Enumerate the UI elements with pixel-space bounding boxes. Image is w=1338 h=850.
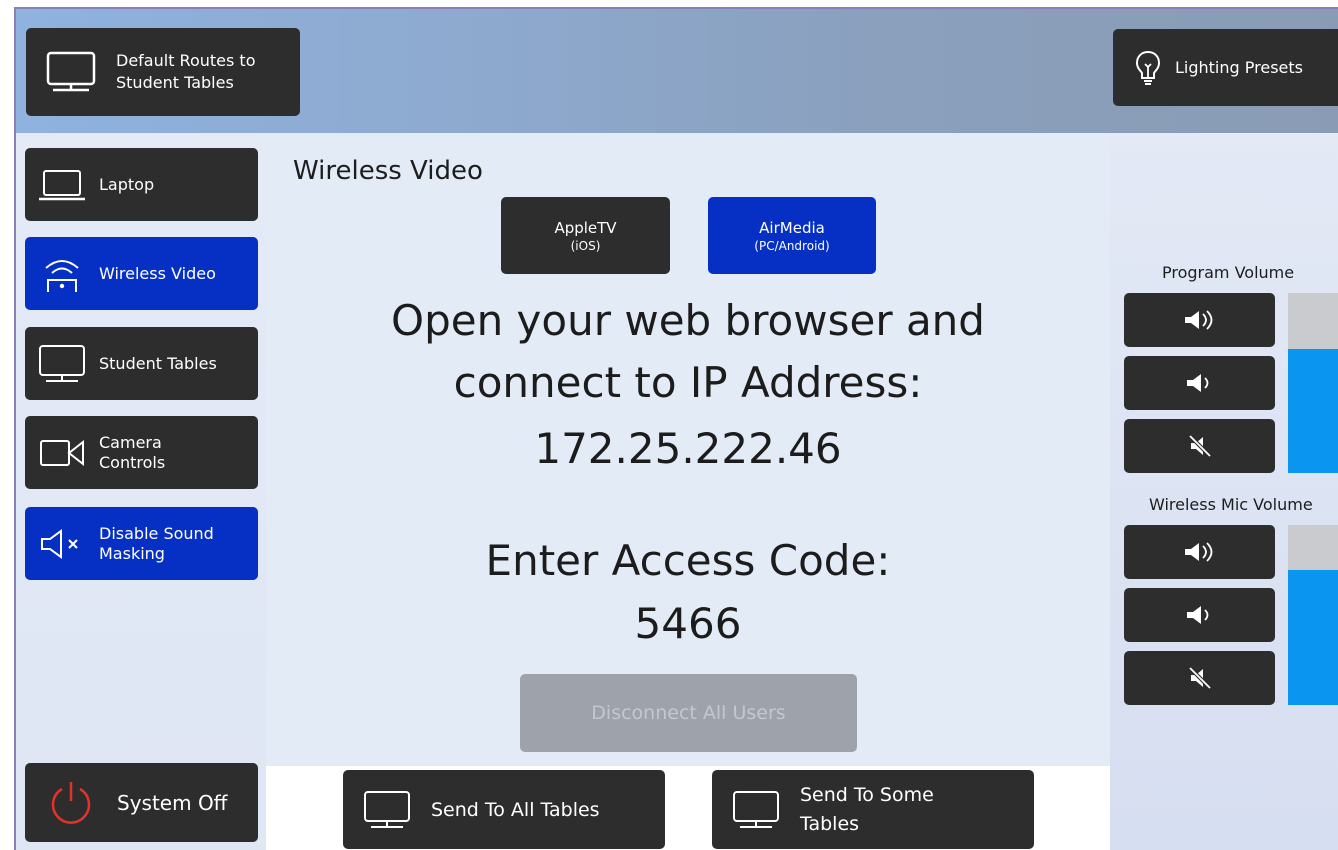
lighting-presets-label: Lighting Presets bbox=[1175, 57, 1303, 77]
program-volume-label: Program Volume bbox=[1162, 263, 1295, 282]
disconnect-label: Disconnect All Users bbox=[591, 702, 786, 724]
sidebar-item-label: Student Tables bbox=[99, 353, 217, 373]
mic-volume-meter[interactable] bbox=[1288, 525, 1338, 705]
sidebar-item-camera-controls[interactable]: Camera Controls bbox=[25, 416, 258, 489]
sidebar-item-student-tables[interactable]: Student Tables bbox=[25, 327, 258, 400]
mute-icon bbox=[1187, 433, 1213, 459]
instruction-line-1: Open your web browser and bbox=[391, 296, 985, 345]
power-icon bbox=[25, 763, 117, 842]
default-routes-button[interactable]: Default Routes to Student Tables bbox=[26, 28, 300, 116]
page-title: Wireless Video bbox=[293, 156, 483, 186]
sidebar-item-label: Disable Sound Masking bbox=[99, 523, 214, 563]
sidebar-item-wireless-video[interactable]: Wireless Video bbox=[25, 237, 258, 310]
sidebar-item-label: Wireless Video bbox=[99, 263, 216, 283]
speaker-mute-icon bbox=[25, 507, 99, 580]
instruction-line-2: connect to IP Address: bbox=[453, 358, 923, 407]
laptop-icon bbox=[25, 148, 99, 221]
send-to-all-tables-button[interactable]: Send To All Tables bbox=[343, 770, 665, 849]
volume-up-icon bbox=[1183, 541, 1217, 563]
lightbulb-icon bbox=[1121, 29, 1175, 106]
sidebar-item-label: Camera Controls bbox=[99, 432, 166, 472]
sidebar-item-disable-sound-masking[interactable]: Disable Sound Masking bbox=[25, 507, 258, 580]
program-volume-meter[interactable] bbox=[1288, 293, 1338, 473]
source-sublabel: (iOS) bbox=[570, 238, 601, 253]
ip-address: 172.25.222.46 bbox=[534, 424, 842, 473]
system-off-button[interactable]: System Off bbox=[25, 763, 258, 842]
monitor-icon bbox=[712, 770, 800, 849]
lighting-presets-button[interactable]: Lighting Presets bbox=[1113, 29, 1338, 106]
send-some-label: Send To Some Tables bbox=[800, 783, 934, 835]
system-off-label: System Off bbox=[117, 790, 228, 815]
sidebar-item-laptop[interactable]: Laptop bbox=[25, 148, 258, 221]
program-volume-down-button[interactable] bbox=[1124, 356, 1275, 410]
source-appletv-button[interactable]: AppleTV (iOS) bbox=[501, 197, 670, 274]
control-panel: Default Routes to Student Tables Lightin… bbox=[14, 7, 1338, 850]
mic-volume-up-button[interactable] bbox=[1124, 525, 1275, 579]
mic-volume-label: Wireless Mic Volume bbox=[1149, 495, 1313, 514]
mic-volume-level bbox=[1288, 570, 1338, 705]
volume-down-icon bbox=[1185, 372, 1215, 394]
monitor-icon bbox=[26, 28, 116, 116]
source-airmedia-button[interactable]: AirMedia (PC/Android) bbox=[708, 197, 876, 274]
mute-icon bbox=[1187, 665, 1213, 691]
volume-up-icon bbox=[1183, 309, 1217, 331]
mic-mute-button[interactable] bbox=[1124, 651, 1275, 705]
disconnect-all-users-button[interactable]: Disconnect All Users bbox=[520, 674, 857, 752]
camera-icon bbox=[25, 416, 99, 489]
source-label: AppleTV bbox=[554, 218, 617, 237]
access-code: 5466 bbox=[634, 599, 742, 648]
access-code-label: Enter Access Code: bbox=[485, 536, 891, 585]
monitor-icon bbox=[343, 770, 431, 849]
sidebar-item-label: Laptop bbox=[99, 174, 155, 194]
mic-volume-down-button[interactable] bbox=[1124, 588, 1275, 642]
program-mute-button[interactable] bbox=[1124, 419, 1275, 473]
program-volume-up-button[interactable] bbox=[1124, 293, 1275, 347]
default-routes-label: Default Routes to Student Tables bbox=[116, 51, 256, 92]
volume-panel bbox=[1110, 133, 1338, 850]
source-label: AirMedia bbox=[759, 218, 825, 237]
wireless-video-icon bbox=[25, 237, 99, 310]
send-all-label: Send To All Tables bbox=[431, 798, 600, 821]
send-to-some-tables-button[interactable]: Send To Some Tables bbox=[712, 770, 1034, 849]
monitor-icon bbox=[25, 327, 99, 400]
program-volume-level bbox=[1288, 348, 1338, 473]
source-sublabel: (PC/Android) bbox=[754, 238, 830, 253]
volume-down-icon bbox=[1185, 604, 1215, 626]
